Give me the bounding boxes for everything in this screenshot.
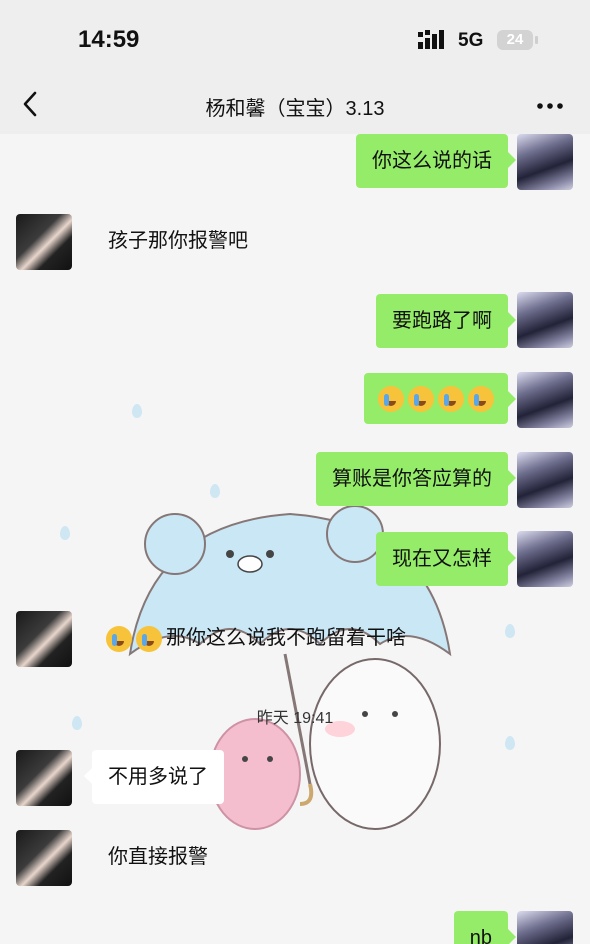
message-bubble-sent[interactable]: 你这么说的话 bbox=[356, 134, 516, 188]
message-bubble-received[interactable]: 你直接报警 bbox=[92, 830, 224, 884]
message-bubble-sent[interactable] bbox=[364, 373, 516, 424]
message-bubble-sent[interactable]: 现在又怎样 bbox=[376, 532, 516, 586]
message-bubble-received[interactable]: 那你这么说我不跑留着干啥 bbox=[92, 611, 420, 666]
avatar-contact[interactable] bbox=[16, 830, 72, 886]
crying-laughing-emoji-icon bbox=[408, 385, 434, 412]
message-bubble-received[interactable]: 孩子那你报警吧 bbox=[92, 214, 264, 268]
battery-tip bbox=[535, 36, 538, 44]
message-text: 那你这么说我不跑留着干啥 bbox=[166, 627, 406, 649]
crying-laughing-emoji-icon bbox=[438, 385, 464, 412]
signal-icon bbox=[418, 30, 444, 49]
more-dots-icon[interactable] bbox=[536, 92, 564, 120]
status-bar: 14:59 5G 24 bbox=[0, 0, 590, 80]
crying-laughing-emoji-icon bbox=[136, 625, 162, 652]
avatar-self[interactable] bbox=[517, 134, 573, 190]
chat-header: 杨和馨（宝宝）3.13 bbox=[0, 80, 590, 134]
avatar-contact[interactable] bbox=[16, 750, 72, 806]
raindrop-decoration bbox=[132, 404, 142, 418]
network-type: 5G bbox=[458, 30, 484, 51]
avatar-self[interactable] bbox=[517, 531, 573, 587]
battery-icon: 24 bbox=[497, 30, 533, 50]
message-bubble-sent[interactable]: 要跑路了啊 bbox=[376, 294, 516, 348]
crying-laughing-emoji-icon bbox=[468, 385, 494, 412]
message-bubble-sent[interactable]: 算账是你答应算的 bbox=[316, 452, 516, 506]
avatar-self[interactable] bbox=[517, 372, 573, 428]
raindrop-decoration bbox=[60, 526, 70, 540]
crying-laughing-emoji-icon bbox=[378, 385, 404, 412]
avatar-contact[interactable] bbox=[16, 214, 72, 270]
crying-laughing-emoji-icon bbox=[106, 625, 132, 652]
raindrop-decoration bbox=[505, 624, 515, 638]
chat-title: 杨和馨（宝宝）3.13 bbox=[205, 98, 385, 120]
status-time: 14:59 bbox=[78, 26, 140, 53]
avatar-self[interactable] bbox=[517, 911, 573, 944]
message-bubble-sent[interactable]: nb bbox=[453, 911, 517, 944]
message-list[interactable]: 你这么说的话 孩子那你报警吧 要跑路了啊 算账是你答应算的 现在又怎样 那你这么… bbox=[0, 134, 590, 944]
raindrop-decoration bbox=[210, 484, 220, 498]
avatar-self[interactable] bbox=[517, 292, 573, 348]
avatar-self[interactable] bbox=[517, 452, 573, 508]
avatar-contact[interactable] bbox=[16, 611, 72, 667]
message-bubble-received[interactable]: 不用多说了 bbox=[84, 750, 224, 804]
raindrop-decoration bbox=[505, 736, 515, 750]
message-timestamp: 昨天 19:41 bbox=[256, 710, 334, 727]
